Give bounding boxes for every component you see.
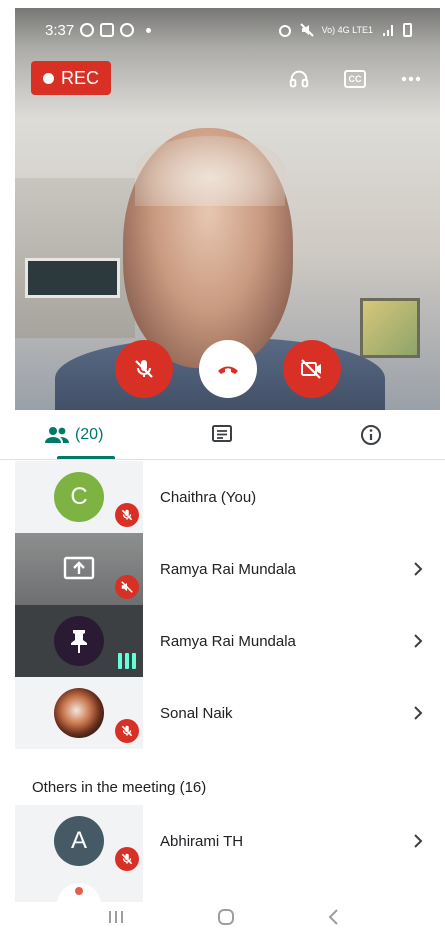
participant-tile bbox=[15, 877, 143, 905]
participant-row[interactable]: Sonal Naik bbox=[0, 677, 445, 749]
recent-apps-icon[interactable] bbox=[106, 909, 126, 925]
system-icons: Vo) 4G LTE1 bbox=[278, 23, 412, 37]
signal-icon bbox=[383, 25, 393, 36]
headphones-icon[interactable] bbox=[288, 68, 310, 90]
chevron-right-icon[interactable] bbox=[409, 560, 427, 578]
end-call-icon bbox=[217, 366, 238, 374]
avatar: A bbox=[54, 816, 104, 866]
status-bar: 3:37 Vo) 4G LTE1 bbox=[15, 8, 440, 52]
toggle-mic-button[interactable] bbox=[114, 340, 173, 398]
mute-icon bbox=[299, 23, 314, 37]
more-notifications-icon bbox=[146, 27, 152, 33]
mic-off-icon bbox=[134, 360, 153, 378]
speaker-hair bbox=[135, 136, 285, 206]
participant-name: Abhirami TH bbox=[160, 832, 244, 850]
notification-icons bbox=[80, 23, 152, 37]
app-notification-icon bbox=[120, 23, 135, 37]
video-top-actions: CC bbox=[288, 68, 422, 90]
call-controls bbox=[15, 340, 440, 398]
participant-tile: C bbox=[15, 461, 143, 533]
participant-name: Ramya Rai Mundala bbox=[160, 632, 296, 650]
avatar bbox=[54, 616, 104, 666]
tab-people[interactable]: (20) bbox=[0, 410, 148, 459]
people-icon bbox=[44, 426, 69, 443]
tab-chat[interactable] bbox=[148, 410, 296, 459]
recording-badge: REC bbox=[31, 61, 112, 95]
avatar-mark-icon bbox=[75, 886, 83, 895]
speaker-off-icon bbox=[115, 575, 139, 599]
screen-share-icon bbox=[63, 556, 95, 580]
tab-info[interactable] bbox=[297, 410, 445, 459]
main-video[interactable]: 3:37 Vo) 4G LTE1 REC CC bbox=[15, 8, 440, 410]
recording-dot-icon bbox=[43, 72, 54, 84]
speaking-indicator-icon bbox=[118, 653, 136, 669]
avatar: C bbox=[54, 472, 104, 522]
people-count: (20) bbox=[74, 425, 104, 443]
recording-label: REC bbox=[61, 67, 100, 88]
participant-list: C Chaithra (You) Ramya Rai Mundala Ramya… bbox=[0, 461, 445, 749]
closed-captions-icon[interactable]: CC bbox=[344, 70, 366, 88]
more-options-icon[interactable] bbox=[400, 68, 422, 90]
participant-row[interactable]: A Abhirami TH bbox=[0, 805, 445, 877]
gallery-icon bbox=[100, 23, 115, 37]
back-icon[interactable] bbox=[327, 908, 339, 926]
home-icon[interactable] bbox=[217, 908, 235, 926]
end-call-button[interactable] bbox=[198, 340, 257, 398]
participant-row-partial bbox=[0, 877, 445, 905]
participant-name: Sonal Naik bbox=[160, 704, 233, 722]
participant-tile bbox=[15, 677, 143, 749]
meeting-tabs: (20) bbox=[0, 410, 445, 460]
video-background-window bbox=[25, 258, 120, 298]
participant-tile: A bbox=[15, 805, 143, 877]
mic-off-icon bbox=[115, 719, 139, 743]
participant-row[interactable]: Ramya Rai Mundala bbox=[0, 533, 445, 605]
camera-off-icon bbox=[300, 359, 321, 379]
participant-name: Chaithra (You) bbox=[160, 488, 257, 506]
others-list: A Abhirami TH bbox=[0, 805, 445, 905]
toggle-camera-button[interactable] bbox=[282, 340, 341, 398]
chevron-right-icon[interactable] bbox=[409, 632, 427, 650]
info-icon bbox=[360, 424, 381, 445]
participant-name: Ramya Rai Mundala bbox=[160, 560, 296, 578]
others-section-title: Others in the meeting (16) bbox=[32, 779, 207, 796]
chevron-right-icon[interactable] bbox=[409, 832, 427, 850]
participant-tile bbox=[15, 533, 143, 605]
pin-icon bbox=[71, 630, 87, 653]
participant-tile bbox=[15, 605, 143, 677]
system-navigation bbox=[0, 902, 445, 932]
mic-off-icon bbox=[115, 503, 139, 527]
whatsapp-icon bbox=[80, 23, 95, 37]
status-time: 3:37 bbox=[45, 21, 75, 39]
avatar bbox=[54, 688, 104, 738]
alarm-icon bbox=[278, 25, 291, 37]
mic-off-icon bbox=[115, 847, 139, 871]
chat-icon bbox=[212, 424, 233, 442]
participant-row[interactable]: Ramya Rai Mundala bbox=[0, 605, 445, 677]
battery-icon bbox=[403, 23, 412, 37]
chevron-right-icon[interactable] bbox=[409, 704, 427, 722]
network-text: Vo) 4G LTE1 bbox=[321, 25, 373, 35]
participant-row[interactable]: C Chaithra (You) bbox=[0, 461, 445, 533]
